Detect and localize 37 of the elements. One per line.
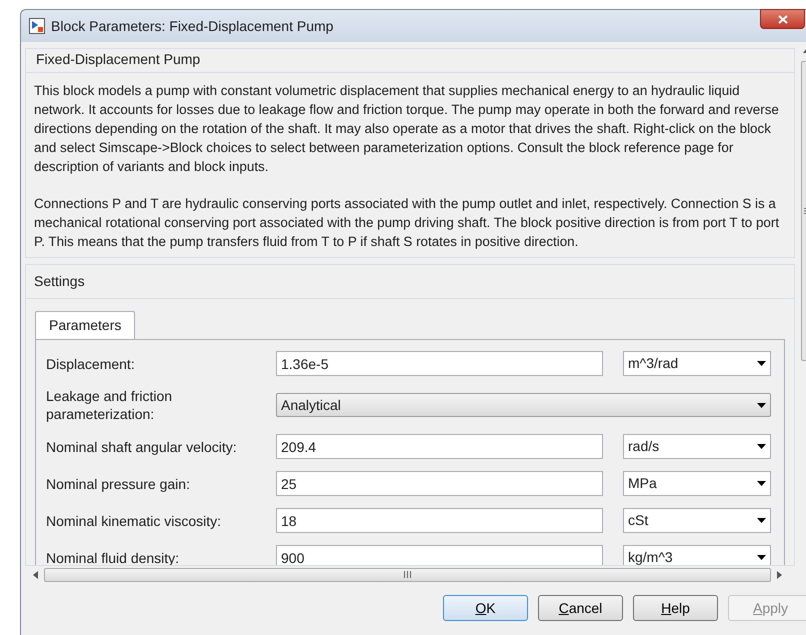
panel-title: Fixed-Displacement Pump — [26, 49, 794, 73]
description-paragraph: This block models a pump with constant volumetric displacement that supplies mechanical energy to an hydraulic liquid network. It accounts for losses due to leakage flow and friction torque. The pump may operate in both the forward and reverse directions depending on the rotation of the shaft. It may also operate as a motor that drives the shaft. Right-click on the block and select Simscape->Block choices to select between parameterization options. Consult the block reference page for description of variants and block inputs. — [34, 82, 780, 176]
close-button[interactable] — [760, 9, 805, 29]
unit-dropdown[interactable]: kg/m^3 — [623, 545, 771, 565]
unit-dropdown[interactable]: m^3/rad — [623, 351, 771, 376]
parameter-dropdown[interactable]: Analytical — [276, 393, 771, 417]
caret-icon — [757, 518, 766, 523]
value-field[interactable]: 900 — [276, 545, 603, 565]
parameter-label: Nominal shaft angular velocity: — [46, 438, 238, 456]
caret-icon — [757, 555, 766, 560]
unit-dropdown[interactable]: MPa — [623, 471, 771, 496]
value-field[interactable]: 209.4 — [276, 434, 603, 459]
scrollbar-thumb[interactable] — [44, 568, 771, 582]
value-field[interactable]: 18 — [276, 508, 603, 533]
dialog-button[interactable]: Help — [633, 595, 718, 621]
unit-dropdown[interactable]: rad/s — [623, 434, 771, 459]
description-paragraph: Connections P and T are hydraulic conserving ports associated with the pump outlet and inlet, respectively. Connection S is a mechanical rotational conserving port associated with the pump driving shaft. The block positive direction is from port T to port P. This means that the pump transfers fluid from T to P if shaft S rotates in positive direction. — [34, 195, 780, 251]
app-icon — [29, 18, 45, 34]
window-title: Block Parameters: Fixed-Displacement Pump — [51, 16, 334, 36]
parameter-label: Nominal kinematic viscosity: — [46, 512, 222, 530]
scroll-right-icon[interactable] — [777, 570, 782, 578]
caret-icon — [757, 402, 766, 408]
parameter-label: Leakage and friction parameterization: — [46, 387, 174, 423]
value-field[interactable]: 25 — [276, 471, 603, 496]
scroll-left-icon[interactable] — [33, 570, 38, 578]
value-field[interactable]: 1.36e-5 — [276, 351, 603, 376]
parameter-label: Displacement: — [46, 354, 136, 372]
dialog-button[interactable]: Cancel — [538, 595, 623, 621]
parameter-label: Nominal pressure gain: — [46, 474, 191, 492]
caret-icon — [757, 361, 766, 366]
panel-title: Settings — [26, 265, 794, 299]
dialog-button[interactable]: OK — [443, 595, 528, 621]
unit-dropdown[interactable]: cSt — [623, 508, 771, 533]
close-icon — [778, 14, 788, 24]
tab[interactable]: Parameters — [35, 311, 136, 339]
caret-icon — [757, 444, 766, 449]
caret-icon — [757, 481, 766, 486]
